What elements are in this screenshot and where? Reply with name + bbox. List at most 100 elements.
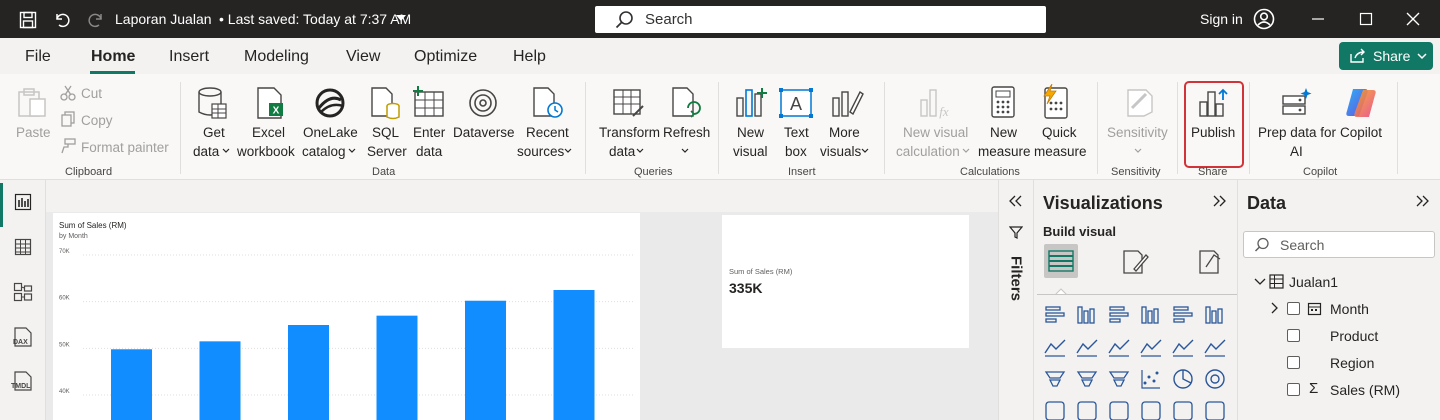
recent-sources-label-1[interactable]: Recent [526,124,569,142]
ribbon-chart-icon[interactable] [1139,335,1163,359]
maximize-icon[interactable] [1359,12,1373,26]
sql-label-2[interactable]: Server [367,143,407,161]
data-search-input[interactable]: Search [1243,231,1435,258]
map-icon[interactable] [1075,399,1099,420]
refresh-button[interactable]: Refresh [663,124,710,142]
stacked-bar-icon[interactable] [1043,303,1067,327]
filled-map-icon[interactable] [1107,399,1131,420]
azure-map-icon[interactable] [1171,399,1195,420]
text-box-label-2[interactable]: box [785,143,807,161]
prep-data-label-2[interactable]: AI [1290,143,1303,161]
field-checkbox-product[interactable] [1287,329,1300,342]
transform-data-label-1[interactable]: Transform [599,124,660,142]
save-icon[interactable] [19,11,37,29]
visual-calculation-label-1[interactable]: New visual [903,124,968,142]
chevron-down-icon[interactable] [1254,277,1266,287]
new-visual-label-1[interactable]: New [737,124,764,142]
new-visual-label-2[interactable]: visual [733,143,768,161]
publish-button[interactable]: Publish [1191,124,1235,142]
more-visuals-label-1[interactable]: More [829,124,860,142]
clustered-bar-icon[interactable] [1107,303,1131,327]
format-painter-button[interactable]: Format painter [81,140,169,155]
table-view-icon[interactable] [14,238,32,256]
sign-in-link[interactable]: Sign in [1200,11,1243,27]
field-checkbox-region[interactable] [1287,356,1300,369]
build-visual-tab[interactable] [1044,244,1078,278]
share-button[interactable]: Share [1339,42,1433,70]
area-chart-icon[interactable] [1075,335,1099,359]
field-checkbox-sales[interactable] [1287,383,1300,396]
cut-button[interactable]: Cut [81,86,102,101]
enter-data-label-2[interactable]: data [416,143,442,161]
line-chart-icon[interactable] [1043,335,1067,359]
onelake-label-1[interactable]: OneLake [303,124,358,142]
excel-label-1[interactable]: Excel [252,124,285,142]
more-visuals-label-2[interactable]: visuals [820,143,861,161]
field-checkbox-month[interactable] [1287,302,1300,315]
bar[interactable] [288,325,329,420]
clustered-column-icon[interactable] [1139,303,1163,327]
model-view-icon[interactable] [13,282,33,302]
avatar-icon[interactable] [1253,8,1275,30]
tab-file[interactable]: File [25,48,51,66]
transform-data-label-2[interactable]: data [609,143,635,161]
chevron-double-left-icon[interactable] [1008,195,1022,207]
report-view-icon[interactable] [14,193,32,211]
bar-chart-visual[interactable]: Sum of Sales (RM) by Month 70K 60K 50K 40K [53,213,640,420]
line-column-icon[interactable] [1171,335,1195,359]
new-measure-label-1[interactable]: New [990,124,1017,142]
100-column-icon[interactable] [1203,303,1227,327]
treemap-icon[interactable] [1043,399,1067,420]
tab-modeling[interactable]: Modeling [244,48,309,66]
shape-map-icon[interactable] [1139,399,1163,420]
tab-home[interactable]: Home [91,48,135,66]
undo-icon[interactable] [53,11,71,29]
field-region[interactable]: Region [1330,355,1374,371]
recent-sources-label-2[interactable]: sources [517,143,564,161]
gauge-icon[interactable] [1203,399,1227,420]
visual-calculation-label-2[interactable]: calculation [896,143,960,161]
chevron-double-right-icon[interactable] [1416,195,1430,207]
onelake-label-2[interactable]: catalog [302,143,346,161]
redo-icon[interactable] [87,11,105,29]
tab-insert[interactable]: Insert [169,48,209,66]
paste-button[interactable]: Paste [14,86,51,140]
prep-data-label-1[interactable]: Prep data for [1258,124,1336,142]
copilot-button[interactable]: Copilot [1340,124,1382,142]
card-visual[interactable]: Sum of Sales (RM) 335K [722,215,969,348]
chevron-double-right-icon[interactable] [1213,195,1227,207]
dropdown-caret-icon[interactable] [396,15,406,23]
format-visual-icon[interactable] [1120,247,1150,277]
field-product[interactable]: Product [1330,328,1378,344]
tab-optimize[interactable]: Optimize [414,48,477,66]
excel-label-2[interactable]: workbook [237,143,295,161]
enter-data-label-1[interactable]: Enter [413,124,445,142]
dataverse-button[interactable]: Dataverse [453,124,515,142]
analytics-icon[interactable] [1196,247,1226,277]
sql-label-1[interactable]: SQL [372,124,399,142]
stacked-column-icon[interactable] [1075,303,1099,327]
quick-measure-label-1[interactable]: Quick [1042,124,1077,142]
get-data-button[interactable] [192,86,232,124]
new-measure-label-2[interactable]: measure [978,143,1031,161]
stacked-area-icon[interactable] [1107,335,1131,359]
table-name[interactable]: Jualan1 [1289,274,1338,290]
waterfall-icon[interactable] [1043,367,1067,391]
bar[interactable] [376,315,418,420]
copy-button[interactable]: Copy [81,113,113,128]
minimize-icon[interactable] [1311,12,1325,26]
bar[interactable] [553,290,595,420]
tab-view[interactable]: View [346,48,380,66]
search-box[interactable]: Search [595,6,1046,33]
bar[interactable] [111,349,152,420]
quick-measure-label-2[interactable]: measure [1034,143,1087,161]
bar[interactable] [465,300,506,420]
pie-chart-icon[interactable] [1171,367,1195,391]
donut-chart-icon[interactable] [1203,367,1227,391]
tab-help[interactable]: Help [513,48,546,66]
100-bar-icon[interactable] [1171,303,1195,327]
scatter-chart-icon[interactable] [1139,367,1163,391]
field-month[interactable]: Month [1330,301,1369,317]
close-icon[interactable] [1406,12,1420,26]
text-box-label-1[interactable]: Text [784,124,809,142]
